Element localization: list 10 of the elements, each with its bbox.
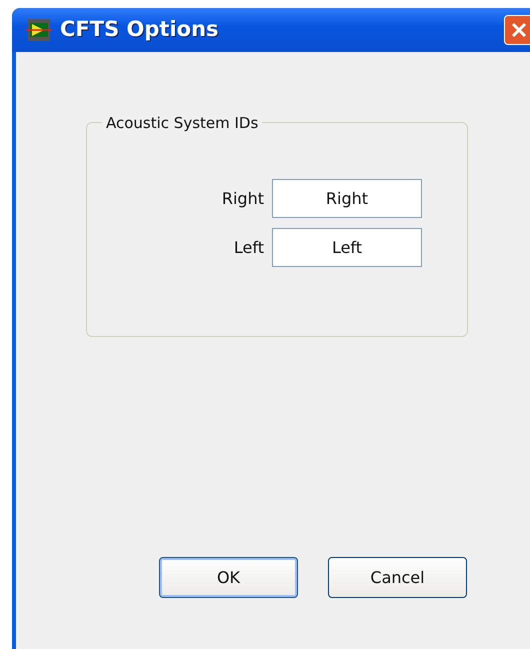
dialog-button[interactable]: OK xyxy=(159,557,298,598)
text-field[interactable]: Left xyxy=(272,228,422,267)
close-button[interactable] xyxy=(504,15,530,45)
text-field[interactable]: Right xyxy=(272,179,422,218)
dialog-button[interactable]: Cancel xyxy=(328,557,467,598)
window-title: CFTS Options xyxy=(60,16,219,44)
field-label: Left xyxy=(232,236,264,258)
field-label: Right xyxy=(220,188,264,210)
close-icon xyxy=(511,22,527,38)
app-icon xyxy=(26,17,52,43)
